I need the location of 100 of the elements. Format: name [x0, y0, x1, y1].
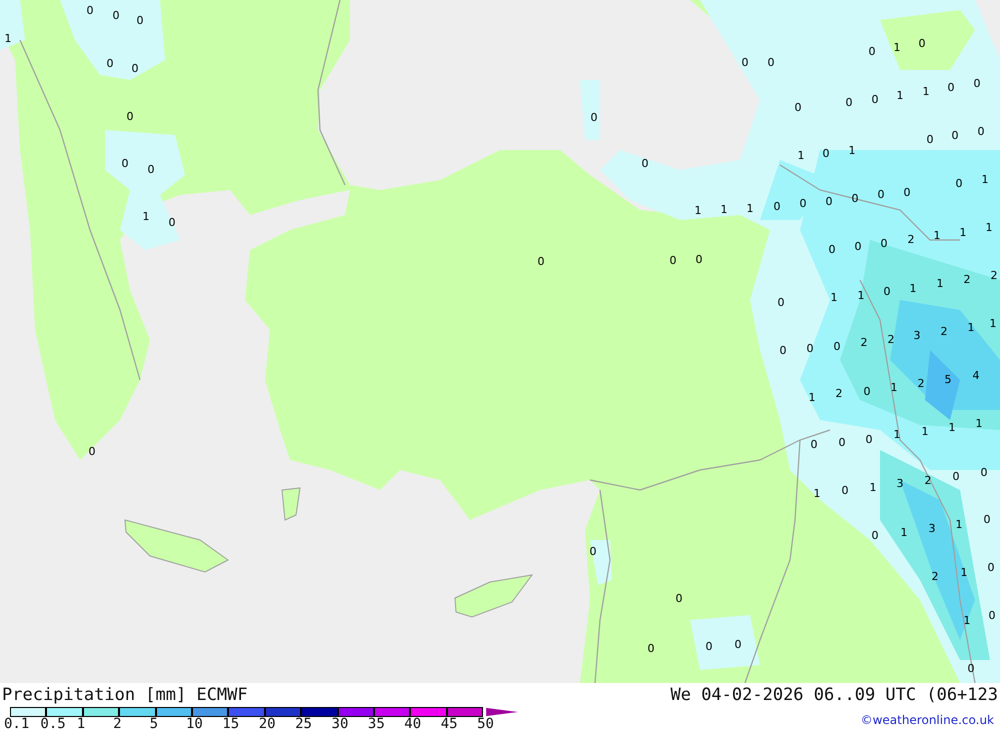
precipitation-value: 0 [880, 237, 888, 250]
precipitation-value: 1 [922, 85, 930, 98]
precipitation-value: 0 [642, 157, 648, 170]
precipitation-value: 2 [918, 377, 924, 390]
precipitation-value: 0 [706, 640, 712, 653]
precipitation-value: 2 [964, 273, 970, 286]
legend-label: 10 [186, 717, 203, 732]
precipitation-value: 1 [746, 202, 754, 215]
precipitation-value: 0 [734, 638, 742, 651]
precipitation-value: 0 [974, 77, 980, 90]
precipitation-value: 0 [148, 163, 154, 176]
precipitation-value: 0 [968, 662, 974, 675]
precipitation-value: 0 [834, 340, 840, 353]
precipitation-value: 0 [742, 56, 748, 69]
precipitation-value: 1 [808, 391, 816, 404]
precipitation-value: 1 [830, 291, 838, 304]
precipitation-value: 3 [896, 477, 904, 490]
precipitation-value: 0 [956, 177, 962, 190]
precipitation-value: 0 [952, 129, 958, 142]
precipitation-value: 1 [948, 421, 956, 434]
precipitation-value: 0 [918, 37, 926, 50]
precipitation-value: 0 [854, 240, 862, 253]
precipitation-value: 0 [984, 513, 990, 526]
legend-label: 45 [440, 717, 458, 732]
precipitation-value: 0 [88, 445, 96, 458]
precipitation-value: 1 [934, 229, 940, 242]
legend-label: 35 [368, 717, 385, 732]
legend-label: 50 [477, 717, 494, 732]
precipitation-value: 0 [800, 197, 806, 210]
precipitation-value: 2 [860, 336, 868, 349]
precipitation-value: 1 [968, 321, 974, 334]
precipitation-value: 0 [826, 195, 832, 208]
precipitation-value: 1 [910, 282, 916, 295]
precipitation-value: 0 [780, 344, 786, 357]
precipitation-value: 0 [676, 592, 682, 605]
precipitation-value: 1 [960, 566, 968, 579]
precipitation-value: 4 [972, 369, 980, 382]
legend-label: 2 [113, 717, 122, 732]
valid-time: We 04-02-2026 06..09 UTC (06+123 [670, 685, 999, 705]
precipitation-value: 0 [952, 470, 960, 483]
precipitation-value: 1 [890, 381, 898, 394]
precipitation-value: 1 [922, 425, 928, 438]
precipitation-value: 0 [806, 342, 814, 355]
precipitation-value: 1 [896, 89, 904, 102]
precipitation-value: 2 [932, 570, 938, 583]
precipitation-value: 1 [720, 203, 728, 216]
precipitation-value: 0 [980, 466, 988, 479]
legend-title: Precipitation [mm] ECMWF [2, 685, 248, 705]
legend-label: 25 [295, 717, 312, 732]
credit-link[interactable]: ©weatheronline.co.uk [860, 707, 1000, 727]
precipitation-value: 1 [990, 317, 996, 330]
precipitation-value: 0 [846, 96, 852, 109]
precipitation-value: 2 [940, 325, 948, 338]
legend-label: 0.5 [40, 717, 66, 732]
precipitation-value: 0 [872, 529, 878, 542]
precipitation-value: 1 [694, 204, 702, 217]
legend-label: 40 [404, 717, 422, 732]
legend-label: 5 [150, 717, 158, 732]
precipitation-value: 1 [986, 221, 992, 234]
precipitation-value: 0 [822, 147, 830, 160]
precipitation-value: 0 [136, 14, 144, 27]
precipitation-value: 3 [914, 329, 920, 342]
precipitation-value: 0 [842, 484, 848, 497]
precipitation-value: 0 [866, 433, 872, 446]
precipitation-value: 0 [868, 45, 876, 58]
precipitation-value: 2 [990, 269, 998, 282]
precipitation-value: 1 [960, 226, 966, 239]
precipitation-value: 5 [944, 373, 952, 386]
precipitation-value: 2 [888, 333, 894, 346]
precipitation-value: 1 [894, 428, 900, 441]
precipitation-value: 0 [828, 243, 836, 256]
precipitation-value: 0 [852, 192, 858, 205]
precipitation-value: 1 [900, 526, 908, 539]
legend-label: 20 [258, 717, 276, 732]
precipitation-value: 0 [926, 133, 934, 146]
precipitation-value: 0 [904, 186, 910, 199]
precipitation-value: 0 [696, 253, 702, 266]
legend-label: 15 [222, 717, 240, 732]
precipitation-value: 0 [768, 56, 774, 69]
precipitation-value: 0 [122, 157, 128, 170]
precipitation-value: 0 [988, 609, 996, 622]
precipitation-value: 1 [142, 210, 150, 223]
precipitation-value: 3 [928, 522, 936, 535]
precipitation-value: 1 [956, 518, 962, 531]
precipitation-value: 0 [948, 81, 954, 94]
precipitation-value: 0 [86, 4, 94, 17]
precipitation-value: 0 [590, 545, 596, 558]
precipitation-value: 0 [884, 285, 890, 298]
precipitation-value: 0 [872, 93, 878, 106]
precipitation-value: 2 [908, 233, 914, 246]
precipitation-value: 0 [864, 385, 870, 398]
precipitation-value: 1 [798, 149, 804, 162]
precipitation-value: 0 [810, 438, 818, 451]
precipitation-value: 1 [894, 41, 900, 54]
precipitation-value: 1 [858, 289, 864, 302]
precipitation-value: 1 [976, 417, 982, 430]
legend-label: 0.1 [4, 717, 30, 732]
precipitation-value: 1 [4, 32, 12, 45]
precipitation-value: 0 [112, 9, 120, 22]
precipitation-value: 1 [936, 277, 944, 290]
